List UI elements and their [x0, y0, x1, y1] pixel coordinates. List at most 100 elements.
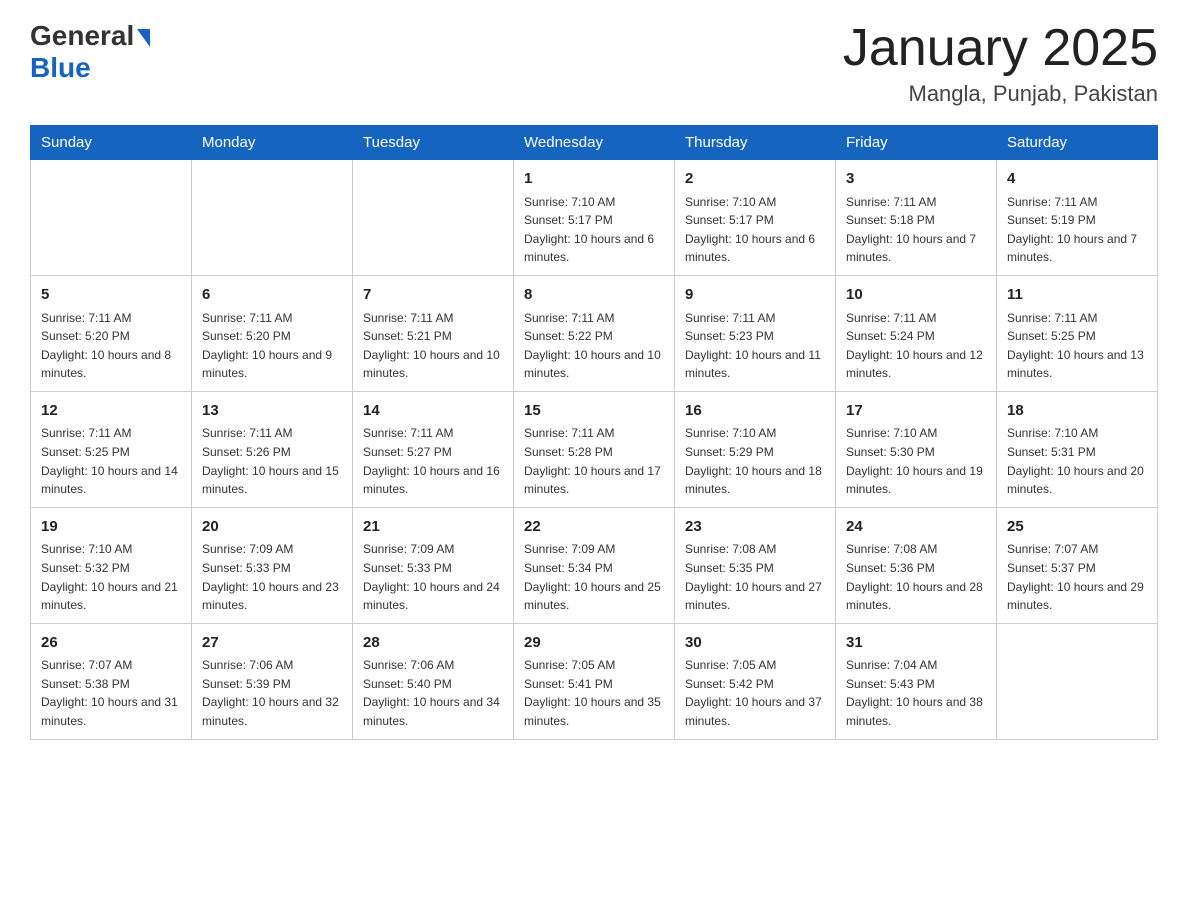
day-info: Sunrise: 7:11 AMSunset: 5:25 PMDaylight:…	[1007, 309, 1147, 383]
calendar-cell: 23Sunrise: 7:08 AMSunset: 5:35 PMDayligh…	[675, 507, 836, 623]
day-info: Sunrise: 7:11 AMSunset: 5:21 PMDaylight:…	[363, 309, 503, 383]
col-thursday: Thursday	[675, 126, 836, 160]
calendar-cell: 1Sunrise: 7:10 AMSunset: 5:17 PMDaylight…	[514, 160, 675, 276]
calendar-table: Sunday Monday Tuesday Wednesday Thursday…	[30, 125, 1158, 739]
day-number: 15	[524, 400, 664, 423]
day-number: 14	[363, 400, 503, 423]
day-info: Sunrise: 7:06 AMSunset: 5:40 PMDaylight:…	[363, 656, 503, 730]
day-number: 22	[524, 516, 664, 539]
calendar-title: January 2025	[843, 20, 1158, 77]
day-info: Sunrise: 7:11 AMSunset: 5:25 PMDaylight:…	[41, 424, 181, 498]
col-wednesday: Wednesday	[514, 126, 675, 160]
calendar-cell	[353, 160, 514, 276]
calendar-subtitle: Mangla, Punjab, Pakistan	[843, 81, 1158, 107]
calendar-cell	[31, 160, 192, 276]
day-info: Sunrise: 7:09 AMSunset: 5:33 PMDaylight:…	[202, 540, 342, 614]
day-info: Sunrise: 7:05 AMSunset: 5:42 PMDaylight:…	[685, 656, 825, 730]
day-info: Sunrise: 7:11 AMSunset: 5:20 PMDaylight:…	[41, 309, 181, 383]
day-number: 13	[202, 400, 342, 423]
day-number: 2	[685, 168, 825, 191]
day-number: 21	[363, 516, 503, 539]
calendar-cell: 18Sunrise: 7:10 AMSunset: 5:31 PMDayligh…	[997, 391, 1158, 507]
day-number: 30	[685, 632, 825, 655]
calendar-cell: 4Sunrise: 7:11 AMSunset: 5:19 PMDaylight…	[997, 160, 1158, 276]
day-info: Sunrise: 7:10 AMSunset: 5:17 PMDaylight:…	[685, 193, 825, 267]
calendar-cell	[997, 623, 1158, 739]
col-sunday: Sunday	[31, 126, 192, 160]
day-number: 31	[846, 632, 986, 655]
calendar-week-row: 12Sunrise: 7:11 AMSunset: 5:25 PMDayligh…	[31, 391, 1158, 507]
logo-general-text: General	[30, 20, 134, 52]
logo-blue-text: Blue	[30, 52, 91, 83]
calendar-cell: 11Sunrise: 7:11 AMSunset: 5:25 PMDayligh…	[997, 276, 1158, 392]
logo-triangle-icon	[137, 29, 150, 47]
day-info: Sunrise: 7:09 AMSunset: 5:34 PMDaylight:…	[524, 540, 664, 614]
calendar-cell: 17Sunrise: 7:10 AMSunset: 5:30 PMDayligh…	[836, 391, 997, 507]
calendar-cell: 22Sunrise: 7:09 AMSunset: 5:34 PMDayligh…	[514, 507, 675, 623]
calendar-cell: 16Sunrise: 7:10 AMSunset: 5:29 PMDayligh…	[675, 391, 836, 507]
day-info: Sunrise: 7:05 AMSunset: 5:41 PMDaylight:…	[524, 656, 664, 730]
day-number: 6	[202, 284, 342, 307]
col-tuesday: Tuesday	[353, 126, 514, 160]
day-info: Sunrise: 7:07 AMSunset: 5:38 PMDaylight:…	[41, 656, 181, 730]
day-number: 23	[685, 516, 825, 539]
calendar-week-row: 19Sunrise: 7:10 AMSunset: 5:32 PMDayligh…	[31, 507, 1158, 623]
day-number: 28	[363, 632, 503, 655]
day-number: 12	[41, 400, 181, 423]
calendar-cell: 19Sunrise: 7:10 AMSunset: 5:32 PMDayligh…	[31, 507, 192, 623]
day-number: 8	[524, 284, 664, 307]
day-info: Sunrise: 7:06 AMSunset: 5:39 PMDaylight:…	[202, 656, 342, 730]
calendar-cell: 13Sunrise: 7:11 AMSunset: 5:26 PMDayligh…	[192, 391, 353, 507]
day-info: Sunrise: 7:04 AMSunset: 5:43 PMDaylight:…	[846, 656, 986, 730]
title-area: January 2025 Mangla, Punjab, Pakistan	[843, 20, 1158, 107]
day-number: 24	[846, 516, 986, 539]
calendar-week-row: 1Sunrise: 7:10 AMSunset: 5:17 PMDaylight…	[31, 160, 1158, 276]
day-number: 26	[41, 632, 181, 655]
day-info: Sunrise: 7:11 AMSunset: 5:26 PMDaylight:…	[202, 424, 342, 498]
logo: General Blue	[30, 20, 150, 84]
day-info: Sunrise: 7:10 AMSunset: 5:32 PMDaylight:…	[41, 540, 181, 614]
day-info: Sunrise: 7:09 AMSunset: 5:33 PMDaylight:…	[363, 540, 503, 614]
calendar-cell: 2Sunrise: 7:10 AMSunset: 5:17 PMDaylight…	[675, 160, 836, 276]
calendar-cell: 29Sunrise: 7:05 AMSunset: 5:41 PMDayligh…	[514, 623, 675, 739]
day-number: 25	[1007, 516, 1147, 539]
day-number: 3	[846, 168, 986, 191]
day-info: Sunrise: 7:11 AMSunset: 5:22 PMDaylight:…	[524, 309, 664, 383]
calendar-cell: 15Sunrise: 7:11 AMSunset: 5:28 PMDayligh…	[514, 391, 675, 507]
day-number: 17	[846, 400, 986, 423]
day-number: 27	[202, 632, 342, 655]
calendar-cell: 27Sunrise: 7:06 AMSunset: 5:39 PMDayligh…	[192, 623, 353, 739]
col-friday: Friday	[836, 126, 997, 160]
day-info: Sunrise: 7:10 AMSunset: 5:31 PMDaylight:…	[1007, 424, 1147, 498]
calendar-cell	[192, 160, 353, 276]
col-saturday: Saturday	[997, 126, 1158, 160]
day-info: Sunrise: 7:07 AMSunset: 5:37 PMDaylight:…	[1007, 540, 1147, 614]
day-info: Sunrise: 7:11 AMSunset: 5:24 PMDaylight:…	[846, 309, 986, 383]
calendar-cell: 26Sunrise: 7:07 AMSunset: 5:38 PMDayligh…	[31, 623, 192, 739]
day-info: Sunrise: 7:11 AMSunset: 5:19 PMDaylight:…	[1007, 193, 1147, 267]
day-number: 11	[1007, 284, 1147, 307]
calendar-header-row: Sunday Monday Tuesday Wednesday Thursday…	[31, 126, 1158, 160]
day-info: Sunrise: 7:08 AMSunset: 5:35 PMDaylight:…	[685, 540, 825, 614]
page-header: General Blue January 2025 Mangla, Punjab…	[30, 20, 1158, 107]
calendar-cell: 31Sunrise: 7:04 AMSunset: 5:43 PMDayligh…	[836, 623, 997, 739]
day-number: 29	[524, 632, 664, 655]
calendar-cell: 10Sunrise: 7:11 AMSunset: 5:24 PMDayligh…	[836, 276, 997, 392]
calendar-week-row: 5Sunrise: 7:11 AMSunset: 5:20 PMDaylight…	[31, 276, 1158, 392]
day-info: Sunrise: 7:11 AMSunset: 5:28 PMDaylight:…	[524, 424, 664, 498]
day-number: 18	[1007, 400, 1147, 423]
day-number: 7	[363, 284, 503, 307]
calendar-cell: 25Sunrise: 7:07 AMSunset: 5:37 PMDayligh…	[997, 507, 1158, 623]
calendar-cell: 7Sunrise: 7:11 AMSunset: 5:21 PMDaylight…	[353, 276, 514, 392]
calendar-cell: 21Sunrise: 7:09 AMSunset: 5:33 PMDayligh…	[353, 507, 514, 623]
calendar-cell: 30Sunrise: 7:05 AMSunset: 5:42 PMDayligh…	[675, 623, 836, 739]
calendar-cell: 24Sunrise: 7:08 AMSunset: 5:36 PMDayligh…	[836, 507, 997, 623]
calendar-week-row: 26Sunrise: 7:07 AMSunset: 5:38 PMDayligh…	[31, 623, 1158, 739]
day-number: 19	[41, 516, 181, 539]
day-number: 9	[685, 284, 825, 307]
day-info: Sunrise: 7:10 AMSunset: 5:30 PMDaylight:…	[846, 424, 986, 498]
calendar-cell: 28Sunrise: 7:06 AMSunset: 5:40 PMDayligh…	[353, 623, 514, 739]
day-info: Sunrise: 7:11 AMSunset: 5:23 PMDaylight:…	[685, 309, 825, 383]
calendar-cell: 8Sunrise: 7:11 AMSunset: 5:22 PMDaylight…	[514, 276, 675, 392]
day-number: 5	[41, 284, 181, 307]
